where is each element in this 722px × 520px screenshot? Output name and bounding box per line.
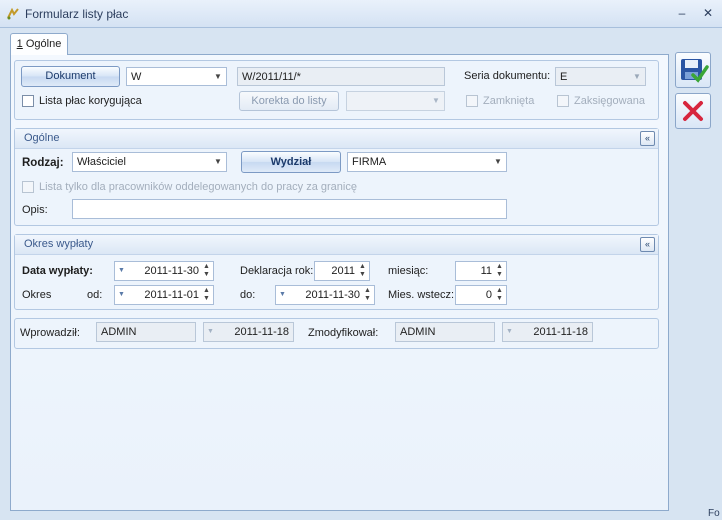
spin-icon[interactable]: ▲ ▼ — [363, 287, 372, 303]
zmodyfikowal-date-field: ▼ 2011-11-18 — [502, 322, 593, 342]
wydzial-button[interactable]: Wydział — [241, 151, 341, 173]
zmodyfikowal-user-field: ADMIN — [395, 322, 495, 342]
seria-combo[interactable]: E ▼ — [555, 67, 646, 86]
close-window-button[interactable]: ✕ — [700, 5, 716, 21]
korygujaca-checkbox[interactable] — [22, 95, 34, 107]
mies-wstecz-value: 0 — [485, 289, 492, 301]
app-icon — [6, 7, 20, 21]
wprowadzil-date-field: ▼ 2011-11-18 — [203, 322, 294, 342]
title-bar: Formularz listy płac – ✕ — [0, 0, 722, 28]
data-wyplaty-value: 2011-11-30 — [144, 265, 199, 277]
ogolne-group-title: Ogólne — [24, 132, 60, 144]
zaksiegowana-label: Zaksięgowana — [574, 95, 645, 107]
wprowadzil-date-value: 2011-11-18 — [234, 326, 289, 338]
dokument-combo-value: W — [131, 71, 142, 83]
seria-combo-value: E — [560, 71, 568, 83]
do-label: do: — [240, 289, 256, 301]
miesiac-value: 11 — [480, 265, 492, 277]
dokument-combo[interactable]: W ▼ — [126, 67, 227, 86]
rodzaj-combo-value: Właściciel — [77, 156, 126, 168]
korekta-button[interactable]: Korekta do listy — [239, 91, 339, 111]
save-icon — [681, 59, 709, 83]
spin-icon[interactable]: ▲ ▼ — [202, 263, 211, 279]
chevron-down-icon[interactable]: ▼ — [213, 68, 223, 85]
dokument-button[interactable]: Dokument — [21, 66, 120, 87]
korygujaca-label: Lista płac korygująca — [39, 95, 142, 107]
zamknieta-checkbox[interactable] — [466, 95, 478, 107]
zaksiegowana-checkbox[interactable] — [557, 95, 569, 107]
calendar-dropdown-icon: ▼ — [207, 328, 214, 335]
okres-do-input[interactable]: ▼ 2011-11-30 ▲ ▼ — [275, 285, 375, 305]
opis-input[interactable] — [72, 199, 507, 219]
spin-icon[interactable]: ▲ ▼ — [495, 263, 504, 279]
mies-wstecz-input[interactable]: 0 ▲ ▼ — [455, 285, 507, 305]
od-label: od: — [87, 289, 103, 301]
calendar-dropdown-icon[interactable]: ▼ — [118, 262, 125, 280]
okres-label: Okres — [22, 289, 52, 301]
chevron-down-icon[interactable]: ▼ — [213, 153, 223, 171]
document-number-field: W/2011/11/* — [237, 67, 445, 86]
oddelegowani-checkbox[interactable] — [22, 181, 34, 193]
deklaracja-label: Deklaracja rok: — [240, 265, 314, 277]
calendar-dropdown-icon[interactable]: ▼ — [279, 286, 286, 304]
okres-group-header — [15, 235, 658, 255]
wprowadzil-label: Wprowadził: — [20, 327, 80, 339]
rodzaj-combo[interactable]: Właściciel ▼ — [72, 152, 227, 172]
okres-od-input[interactable]: ▼ 2011-11-01 ▲ ▼ — [114, 285, 214, 305]
seria-label: Seria dokumentu: — [464, 70, 551, 82]
chevron-down-icon[interactable]: ▼ — [431, 92, 441, 110]
tab-ogolne-label: Ogólne — [22, 38, 62, 50]
opis-label: Opis: — [22, 204, 48, 216]
side-panel-corner-label: Fo — [708, 508, 720, 519]
cancel-icon — [683, 101, 703, 121]
deklaracja-rok-input[interactable]: 2011 ▲ ▼ — [314, 261, 370, 281]
calendar-dropdown-icon[interactable]: ▼ — [118, 286, 125, 304]
ogolne-group-header — [15, 129, 658, 149]
deklaracja-rok-value: 2011 — [331, 265, 355, 277]
zmodyfikowal-date-value: 2011-11-18 — [533, 326, 588, 338]
chevron-down-icon[interactable]: ▼ — [493, 153, 503, 171]
chevron-down-icon[interactable]: ▼ — [632, 68, 642, 85]
zmodyfikowal-label: Zmodyfikował: — [308, 327, 379, 339]
miesiac-label: miesiąc: — [388, 265, 429, 277]
rodzaj-label: Rodzaj: — [22, 157, 64, 169]
ogolne-collapse-button[interactable]: « — [640, 131, 655, 146]
korekta-combo[interactable]: ▼ — [346, 91, 445, 111]
data-wyplaty-input[interactable]: ▼ 2011-11-30 ▲ ▼ — [114, 261, 214, 281]
okres-collapse-button[interactable]: « — [640, 237, 655, 252]
minimize-button[interactable]: – — [674, 5, 690, 21]
spin-icon[interactable]: ▲ ▼ — [495, 287, 504, 303]
wydzial-combo[interactable]: FIRMA ▼ — [347, 152, 507, 172]
wprowadzil-user-field: ADMIN — [96, 322, 196, 342]
okres-do-value: 2011-11-30 — [305, 289, 360, 301]
window-title: Formularz listy płac — [25, 7, 129, 21]
okres-group-title: Okres wypłaty — [24, 238, 94, 250]
miesiac-input[interactable]: 11 ▲ ▼ — [455, 261, 507, 281]
mies-wstecz-label: Mies. wstecz: — [388, 289, 455, 301]
oddelegowani-label: Lista tylko dla pracowników oddelegowany… — [39, 181, 357, 193]
wydzial-combo-value: FIRMA — [352, 156, 387, 168]
tab-ogolne[interactable]: 1 Ogólne — [10, 33, 68, 55]
data-wyplaty-label: Data wypłaty: — [22, 265, 93, 277]
zamknieta-label: Zamknięta — [483, 95, 535, 107]
cancel-button[interactable] — [675, 93, 711, 129]
calendar-dropdown-icon: ▼ — [506, 328, 513, 335]
save-button[interactable] — [675, 52, 711, 88]
spin-icon[interactable]: ▲ ▼ — [202, 287, 211, 303]
okres-od-value: 2011-11-01 — [144, 289, 199, 301]
spin-icon[interactable]: ▲ ▼ — [358, 263, 367, 279]
